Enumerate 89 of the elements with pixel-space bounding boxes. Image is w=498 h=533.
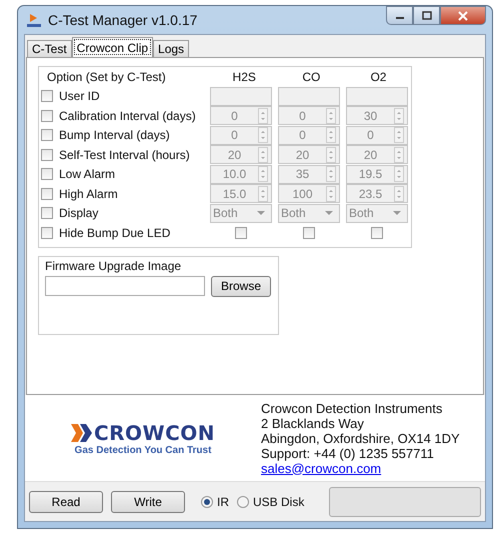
spin-arrows-icon[interactable] — [326, 146, 336, 163]
maximize-button[interactable] — [413, 6, 440, 25]
radio-label: USB Disk — [253, 494, 304, 508]
address-line: Abingdon, Oxfordshire, OX14 1DY — [261, 430, 460, 446]
dropdown[interactable]: Both — [210, 204, 272, 223]
spin-field[interactable]: 20 — [346, 145, 408, 164]
spin-field[interactable]: 20 — [210, 145, 272, 164]
maximize-icon — [420, 10, 432, 20]
address-line: 2 Blacklands Way — [261, 416, 365, 430]
checkbox[interactable] — [371, 226, 383, 239]
address-line: Crowcon Detection Instruments — [261, 400, 444, 416]
option-label: Display — [59, 206, 98, 220]
spin-arrows-icon[interactable] — [394, 166, 404, 182]
text-field[interactable] — [278, 86, 340, 106]
caret-icon — [257, 210, 265, 216]
spin-field[interactable]: 0 — [210, 126, 272, 145]
spin-field[interactable]: 0 — [210, 106, 272, 126]
column-heading: CO — [301, 70, 322, 84]
tab[interactable]: Logs — [153, 40, 190, 57]
spin-field[interactable]: 0 — [278, 106, 340, 126]
option-label: Bump Interval (days) — [59, 128, 170, 142]
checkbox[interactable] — [41, 148, 53, 161]
option-label: Self-Test Interval (hours) — [59, 148, 190, 162]
spin-arrows-icon[interactable] — [258, 108, 268, 124]
checkbox[interactable] — [41, 207, 53, 220]
radio-label: IR — [217, 494, 229, 508]
text-field[interactable] — [346, 86, 408, 106]
app-icon — [26, 12, 42, 28]
caret-icon — [325, 210, 333, 216]
spin-arrows-icon[interactable] — [258, 166, 268, 182]
spin-arrows-icon[interactable] — [394, 127, 404, 144]
checkbox[interactable] — [303, 226, 315, 239]
spin-arrows-icon[interactable] — [326, 166, 336, 182]
spin-arrows-icon[interactable] — [258, 186, 268, 202]
spin-field[interactable]: 19.5 — [346, 164, 408, 184]
window-title: C-Test Manager v1.0.17 — [48, 12, 198, 28]
spin-field[interactable]: 0 — [346, 126, 408, 145]
chevron-logo-icon — [70, 424, 93, 442]
tab[interactable]: C-Test — [27, 40, 72, 57]
spin-field[interactable]: 23.5 — [346, 184, 408, 204]
spin-arrows-icon[interactable] — [326, 127, 336, 144]
dropdown[interactable]: Both — [346, 204, 408, 223]
spin-arrows-icon[interactable] — [326, 108, 336, 124]
checkbox[interactable] — [41, 226, 53, 239]
option-label: Calibration Interval (days) — [59, 108, 196, 123]
spin-arrows-icon[interactable] — [394, 146, 404, 163]
close-button[interactable] — [440, 6, 486, 25]
spin-field[interactable]: 15.0 — [210, 184, 272, 204]
logo-tagline: Gas Detection You Can Trust — [74, 444, 212, 456]
column-heading: O2 — [369, 70, 388, 84]
caret-icon — [393, 210, 401, 216]
logo-text: CROWCON — [94, 420, 216, 444]
address-line: Support: +44 (0) 1235 557711 — [261, 446, 435, 460]
group-title: Firmware Upgrade Image — [45, 258, 182, 272]
spin-field[interactable]: 0 — [278, 126, 340, 145]
column-heading: H2S — [232, 70, 257, 84]
spin-arrows-icon[interactable] — [394, 108, 404, 124]
option-label: Hide Bump Due LED — [59, 226, 170, 240]
radio-button[interactable] — [201, 496, 213, 508]
spin-arrows-icon[interactable] — [258, 127, 268, 144]
checkbox[interactable] — [41, 110, 53, 122]
dropdown[interactable]: Both — [278, 204, 340, 223]
close-icon — [457, 10, 469, 20]
option-label: User ID — [59, 89, 100, 104]
browse-button[interactable]: Browse — [211, 276, 271, 296]
spin-field[interactable]: 10.0 — [210, 164, 272, 184]
checkbox[interactable] — [41, 90, 53, 102]
email-link[interactable]: sales@crowcon.com — [261, 460, 460, 476]
checkbox[interactable] — [41, 168, 53, 180]
spin-arrows-icon[interactable] — [258, 146, 268, 163]
spin-arrows-icon[interactable] — [326, 186, 336, 202]
file-path-field[interactable] — [45, 276, 205, 296]
tab[interactable]: Crowcon Clip — [72, 37, 154, 57]
action-button[interactable]: Read — [29, 490, 103, 512]
spin-arrows-icon[interactable] — [394, 186, 404, 202]
spin-field[interactable]: 100 — [278, 184, 340, 204]
option-heading: Option (Set by C-Test) — [46, 70, 167, 84]
radio-button[interactable] — [237, 496, 249, 508]
option-label: High Alarm — [59, 186, 118, 201]
checkbox[interactable] — [235, 226, 247, 239]
action-button[interactable]: Write — [111, 490, 185, 512]
minimize-button[interactable] — [386, 6, 413, 25]
text-field[interactable] — [210, 86, 272, 106]
spin-field[interactable]: 35 — [278, 164, 340, 184]
checkbox[interactable] — [41, 188, 53, 200]
spin-field[interactable]: 20 — [278, 145, 340, 164]
option-label: Low Alarm — [59, 167, 116, 182]
checkbox[interactable] — [41, 129, 53, 142]
spin-field[interactable]: 30 — [346, 106, 408, 126]
